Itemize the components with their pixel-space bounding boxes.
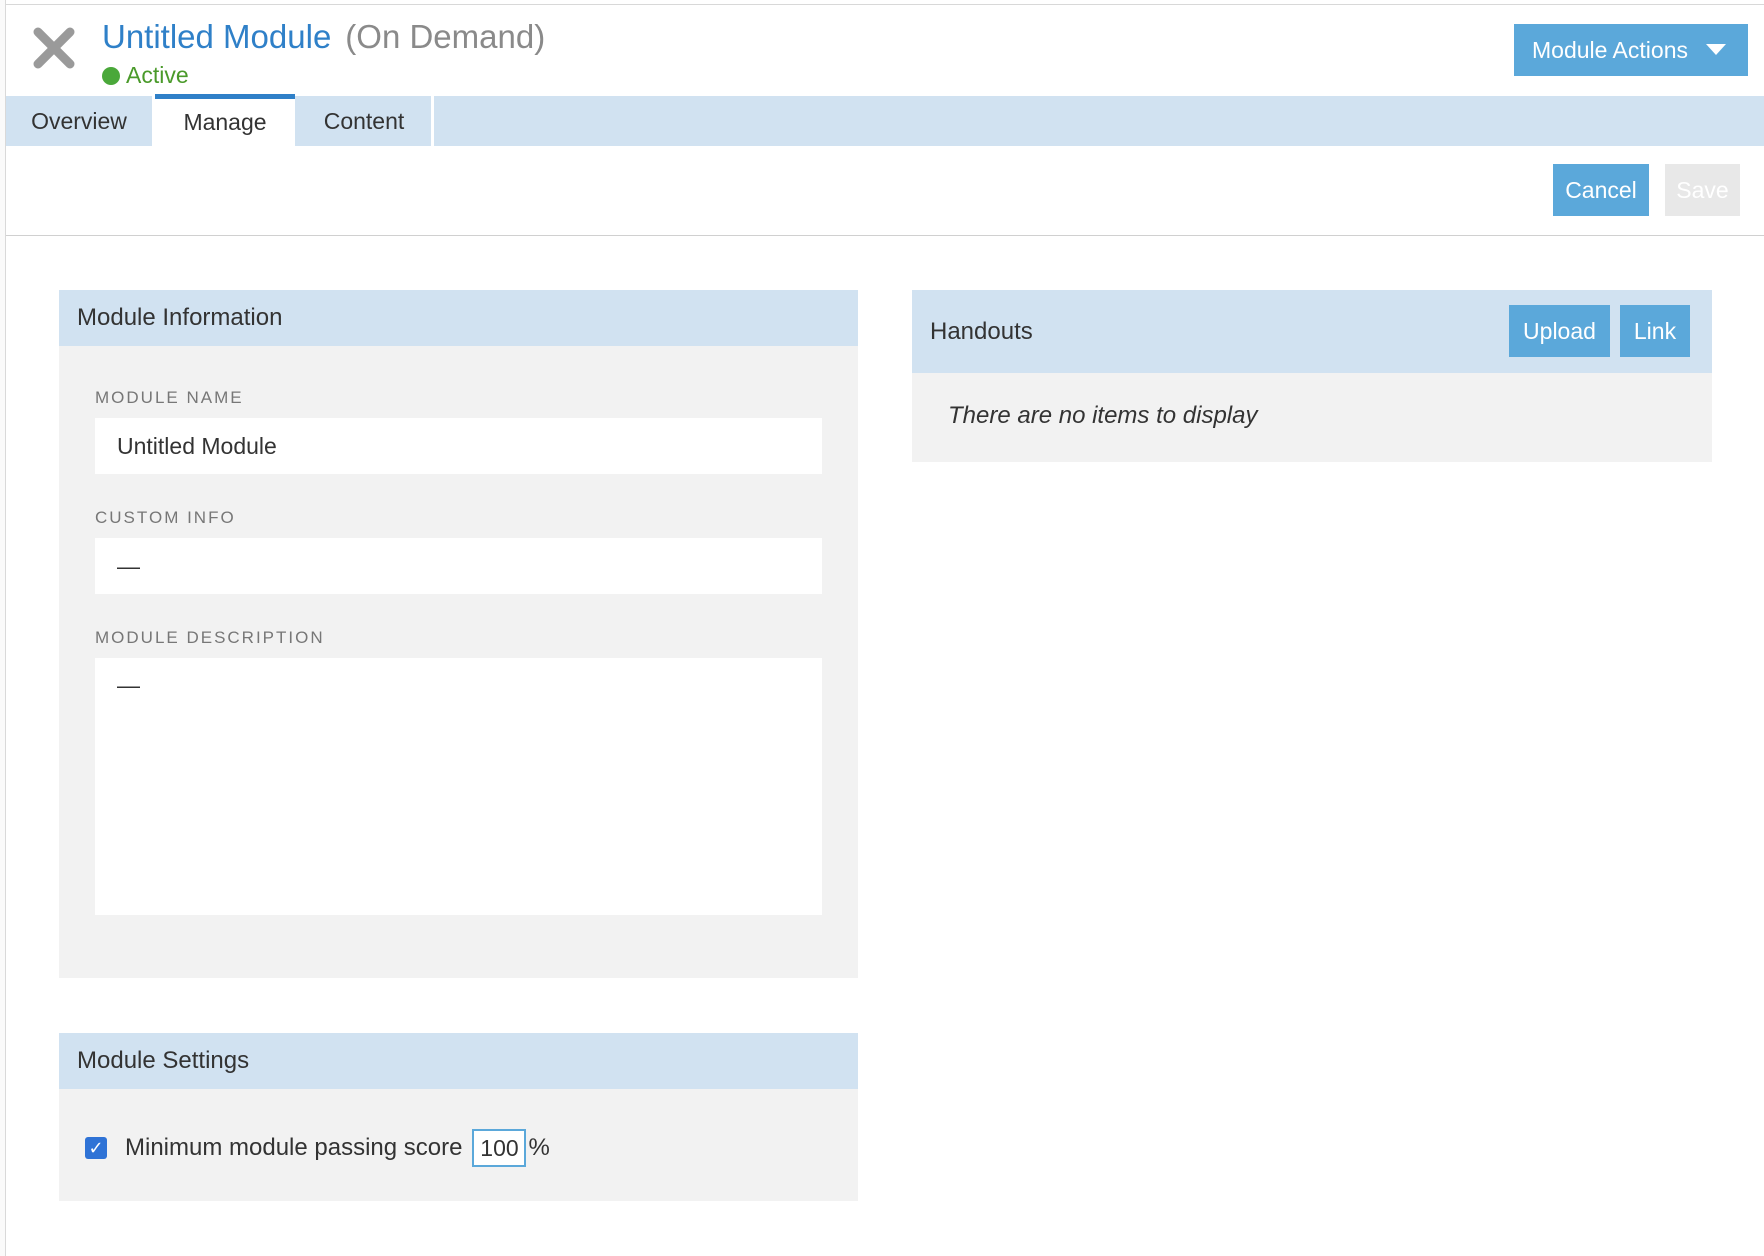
tab-content[interactable]: Content <box>297 96 431 146</box>
passing-score-label: Minimum module passing score <box>125 1134 463 1161</box>
module-information-heading: Module Information <box>59 290 858 346</box>
cancel-button[interactable]: Cancel <box>1553 164 1649 216</box>
module-actions-label: Module Actions <box>1532 36 1688 63</box>
handouts-empty-message: There are no items to display <box>948 402 1258 429</box>
module-type: (On Demand) <box>345 18 546 55</box>
module-description-label: MODULE DESCRIPTION <box>95 628 325 647</box>
close-icon[interactable] <box>30 24 78 72</box>
custom-info-label: CUSTOM INFO <box>95 508 236 527</box>
module-description-value: — <box>117 672 140 698</box>
tab-overview-label: Overview <box>31 107 127 134</box>
tab-bar: Overview Manage Content <box>6 94 1764 146</box>
caret-down-icon <box>1706 44 1726 55</box>
module-name-value: Untitled Module <box>117 432 277 459</box>
handouts-heading: Handouts <box>930 317 1033 345</box>
passing-score-row: ✓ Minimum module passing score % <box>85 1129 550 1167</box>
module-settings-heading: Module Settings <box>59 1033 858 1089</box>
module-information-panel: Module Information MODULE NAME Untitled … <box>59 290 858 978</box>
module-actions-button[interactable]: Module Actions <box>1514 24 1748 76</box>
edit-toolbar <box>6 146 1764 236</box>
tab-overview[interactable]: Overview <box>6 96 152 146</box>
custom-info-value: — <box>117 552 140 579</box>
module-name-input[interactable]: Untitled Module <box>95 418 822 474</box>
status-label: Active <box>126 62 189 88</box>
checkmark-icon: ✓ <box>88 1137 104 1158</box>
tab-manage[interactable]: Manage <box>155 94 295 146</box>
module-settings-panel: Module Settings ✓ Minimum module passing… <box>59 1033 858 1201</box>
upload-button[interactable]: Upload <box>1509 305 1610 357</box>
save-button[interactable]: Save <box>1665 164 1740 216</box>
passing-score-input[interactable] <box>472 1129 527 1167</box>
module-name-label: MODULE NAME <box>95 388 244 407</box>
module-title[interactable]: Untitled Module <box>102 18 331 56</box>
handouts-header: Handouts Upload Link <box>912 290 1712 373</box>
app-root: Untitled Module (On Demand) Active Modul… <box>0 0 1764 1256</box>
passing-score-checkbox[interactable]: ✓ <box>85 1137 107 1159</box>
status-indicator: Active <box>102 62 189 89</box>
module-title-row: Untitled Module (On Demand) <box>102 18 545 56</box>
status-dot-icon <box>102 66 120 85</box>
passing-score-unit: % <box>528 1134 550 1161</box>
top-divider <box>6 4 1764 5</box>
custom-info-input[interactable]: — <box>95 538 822 594</box>
tab-divider <box>431 96 434 146</box>
link-button[interactable]: Link <box>1620 305 1690 357</box>
tab-content-label: Content <box>323 107 405 134</box>
module-description-textarea[interactable]: — <box>95 658 822 915</box>
tab-manage-label: Manage <box>183 109 267 135</box>
handouts-panel: Handouts Upload Link There are no items … <box>912 290 1712 462</box>
